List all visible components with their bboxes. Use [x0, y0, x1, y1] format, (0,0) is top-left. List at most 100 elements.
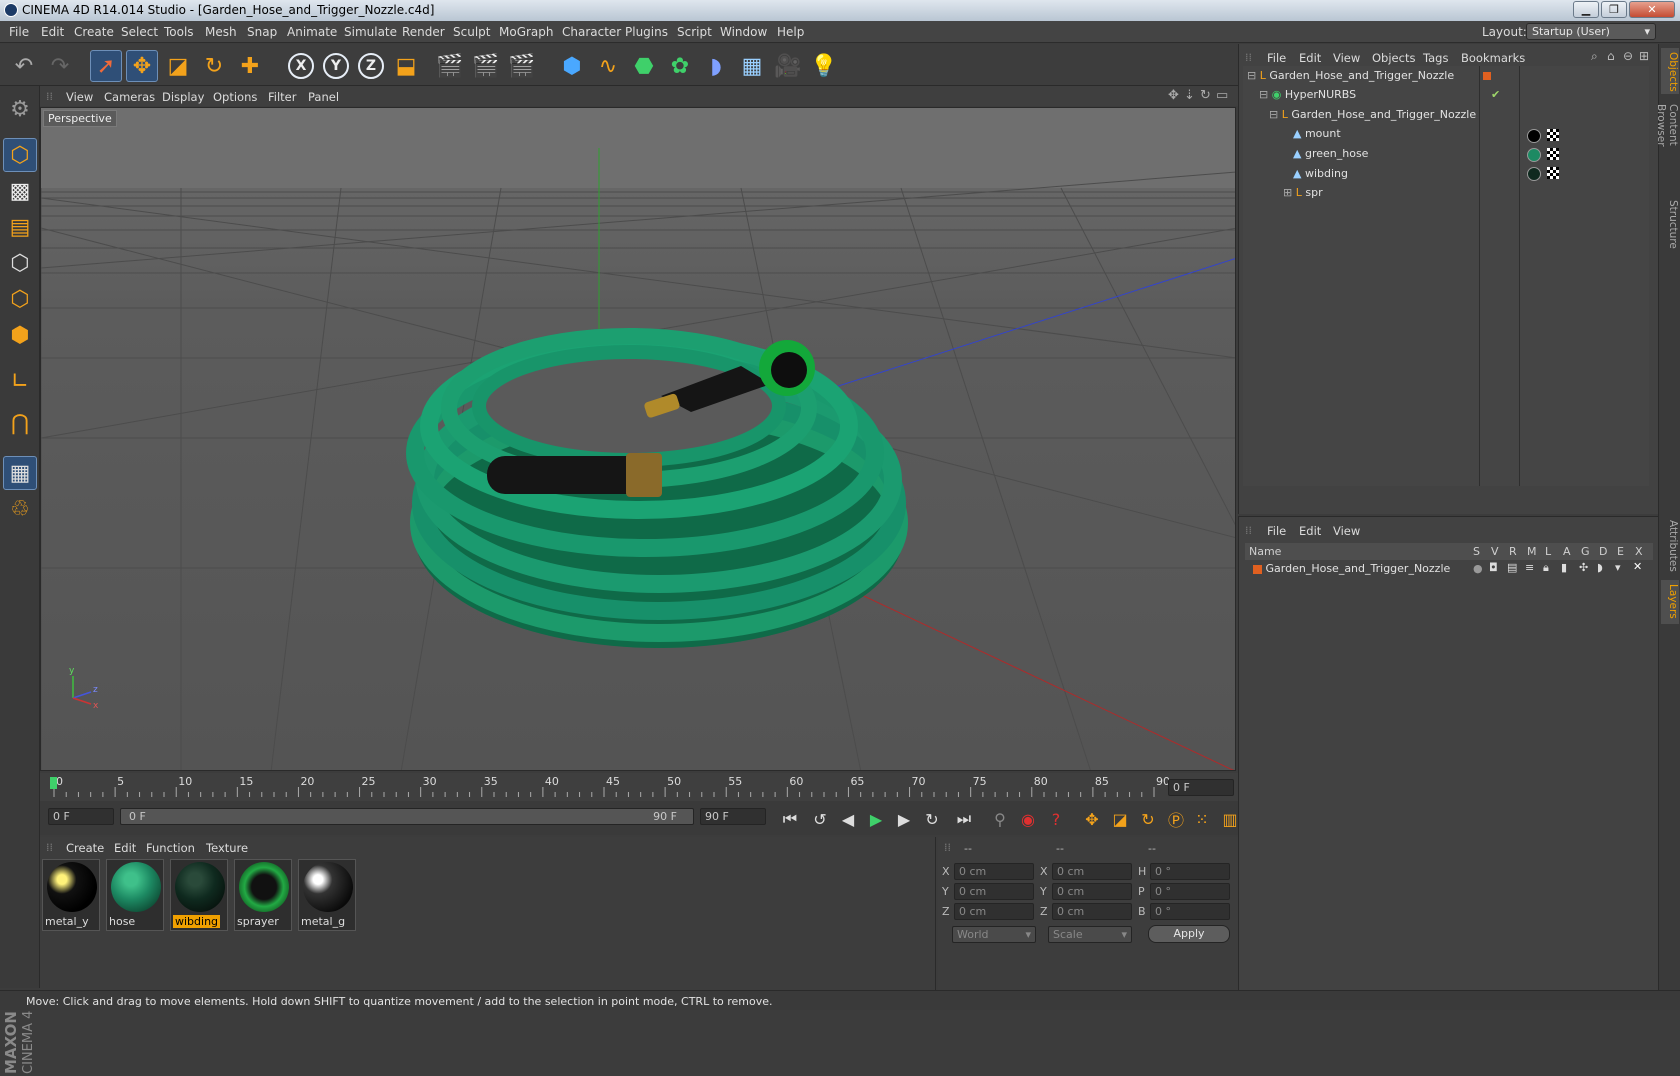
go-to-start-button[interactable]: ⏮: [778, 807, 802, 831]
menu-render[interactable]: Render: [402, 25, 445, 39]
material-menu-texture[interactable]: Texture: [206, 841, 248, 855]
object-menu-objects[interactable]: Objects: [1372, 51, 1415, 65]
size-mode-select[interactable]: Scale ▾: [1048, 926, 1132, 943]
new-window-icon[interactable]: ⊞: [1639, 49, 1649, 63]
menu-plugins[interactable]: Plugins: [625, 25, 668, 39]
menu-character[interactable]: Character: [562, 25, 621, 39]
live-selection-button[interactable]: ➚: [90, 50, 122, 82]
object-row[interactable]: ⊟ L Garden_Hose_and_Trigger_Nozzle: [1269, 105, 1476, 124]
layer-lock-icon[interactable]: 🔒︎: [1543, 561, 1549, 575]
material-menu-function[interactable]: Function: [146, 841, 195, 855]
minimize-button[interactable]: ▁: [1573, 1, 1599, 18]
workplane-mode-button[interactable]: ▤: [3, 210, 37, 244]
object-menu-view[interactable]: View: [1333, 51, 1360, 65]
next-frame-button[interactable]: ▶: [892, 807, 916, 831]
collapse-icon[interactable]: ⊟: [1247, 69, 1256, 82]
collapse-icon[interactable]: ⊟: [1259, 88, 1268, 101]
rotate-tool-button[interactable]: ↻: [198, 50, 230, 82]
previous-key-button[interactable]: ↺: [808, 807, 832, 831]
object-menu-tags[interactable]: Tags: [1423, 51, 1448, 65]
axis-mode-button[interactable]: ∟: [3, 364, 37, 398]
perspective-viewport[interactable]: y z x Perspective: [40, 107, 1236, 771]
go-to-end-button[interactable]: ⏭: [952, 807, 976, 831]
menu-file[interactable]: File: [9, 25, 29, 39]
rotation-p-field[interactable]: 0 °: [1150, 883, 1230, 900]
render-view-button[interactable]: 🎬: [434, 50, 466, 82]
home-icon[interactable]: ⌂: [1607, 49, 1615, 63]
add-light-button[interactable]: 💡: [808, 50, 840, 82]
viewport-zoom-icon[interactable]: ⇣: [1184, 88, 1195, 103]
key-scale-button[interactable]: ◪: [1108, 807, 1132, 831]
layer-xref-icon[interactable]: ✕: [1633, 560, 1642, 573]
record-active-button[interactable]: ◉: [1016, 807, 1040, 831]
texture-tag-icon[interactable]: [1547, 129, 1559, 141]
locked-workplane-button[interactable]: ♲: [3, 492, 37, 526]
menu-script[interactable]: Script: [677, 25, 712, 39]
viewport-menu-view[interactable]: View: [66, 90, 93, 104]
layer-menu-file[interactable]: File: [1267, 524, 1286, 538]
menu-animate[interactable]: Animate: [287, 25, 337, 39]
menu-tools[interactable]: Tools: [164, 25, 194, 39]
model-mode-button[interactable]: ⬡: [3, 138, 37, 172]
close-button[interactable]: ✕: [1629, 1, 1675, 18]
object-row[interactable]: ▲ mount: [1293, 124, 1341, 143]
polygons-mode-button[interactable]: ⬢: [3, 318, 37, 352]
apply-button[interactable]: Apply: [1148, 925, 1230, 943]
object-row[interactable]: ⊟ L Garden_Hose_and_Trigger_Nozzle: [1247, 66, 1454, 85]
rotation-b-field[interactable]: 0 °: [1150, 903, 1230, 920]
material-menu-create[interactable]: Create: [66, 841, 104, 855]
start-frame-field[interactable]: 0 F: [48, 808, 114, 825]
viewport-rotate-icon[interactable]: ↻: [1200, 88, 1211, 103]
material-tag-icon[interactable]: [1527, 167, 1541, 181]
material-swatch-wibding[interactable]: wibding: [170, 859, 228, 931]
add-camera-button[interactable]: 🎥: [772, 50, 804, 82]
position-x-field[interactable]: 0 cm: [954, 863, 1034, 880]
material-tag-icon[interactable]: [1527, 148, 1541, 162]
add-nurbs-button[interactable]: ⬣: [628, 50, 660, 82]
object-menu-edit[interactable]: Edit: [1299, 51, 1321, 65]
layer-menu-view[interactable]: View: [1333, 524, 1360, 538]
menu-window[interactable]: Window: [720, 25, 767, 39]
layer-expression-icon[interactable]: ▾: [1615, 561, 1621, 574]
layer-manager-icon[interactable]: ≡: [1525, 561, 1534, 574]
key-position-button[interactable]: ✥: [1080, 807, 1104, 831]
viewport-move-icon[interactable]: ✥: [1168, 88, 1179, 103]
play-button[interactable]: ▶: [864, 807, 888, 831]
tab-content-browser[interactable]: Content Browser: [1655, 100, 1679, 192]
autokey-button[interactable]: ?: [1044, 807, 1068, 831]
add-floor-button[interactable]: ▦: [736, 50, 768, 82]
tab-attributes[interactable]: Attributes: [1661, 516, 1679, 574]
current-frame-field[interactable]: 0 F: [1168, 779, 1234, 796]
layer-animation-icon[interactable]: ▮: [1561, 561, 1567, 574]
layer-deformer-icon[interactable]: ◗: [1597, 561, 1603, 574]
tab-layers[interactable]: Layers: [1661, 580, 1679, 624]
menu-select[interactable]: Select: [121, 25, 158, 39]
snap-button[interactable]: ⋂: [3, 406, 37, 440]
add-deformer-button[interactable]: ◗: [700, 50, 732, 82]
expand-icon[interactable]: ⊞: [1283, 186, 1292, 199]
object-menu-bookmarks[interactable]: Bookmarks: [1461, 51, 1525, 65]
frame-range-slider[interactable]: 0 F 90 F: [120, 808, 694, 825]
layer-solo-icon[interactable]: ●: [1473, 562, 1483, 575]
timeline-ruler[interactable]: 0 5 10 15 20 25 30 35 40 45 50 55 60 65 70 75 80 85 90 0 F: [40, 773, 1238, 801]
previous-frame-button[interactable]: ◀: [836, 807, 860, 831]
texture-tag-icon[interactable]: [1547, 148, 1559, 160]
viewport-maximize-icon[interactable]: ▭: [1216, 88, 1228, 103]
menu-simulate[interactable]: Simulate: [344, 25, 397, 39]
coordinate-system-button[interactable]: ⬓: [390, 50, 422, 82]
rotation-h-field[interactable]: 0 °: [1150, 863, 1230, 880]
coordinate-mode-select[interactable]: World ▾: [952, 926, 1036, 943]
edges-mode-button[interactable]: ⬡: [3, 282, 37, 316]
enabled-check-icon[interactable]: ✔: [1491, 88, 1500, 101]
position-z-field[interactable]: 0 cm: [954, 903, 1034, 920]
object-row[interactable]: ▲ green_hose: [1293, 144, 1368, 163]
menu-sculpt[interactable]: Sculpt: [453, 25, 490, 39]
object-menu-file[interactable]: File: [1267, 51, 1286, 65]
viewport-menu-filter[interactable]: Filter: [268, 90, 296, 104]
undo-button[interactable]: ↶: [8, 50, 40, 82]
move-tool-button[interactable]: ✥: [126, 50, 158, 82]
tab-structure[interactable]: Structure: [1661, 196, 1679, 252]
lock-z-axis-button[interactable]: Z: [358, 53, 384, 79]
key-pla-button[interactable]: ⁙: [1190, 807, 1214, 831]
render-settings-button[interactable]: 🎬: [506, 50, 538, 82]
